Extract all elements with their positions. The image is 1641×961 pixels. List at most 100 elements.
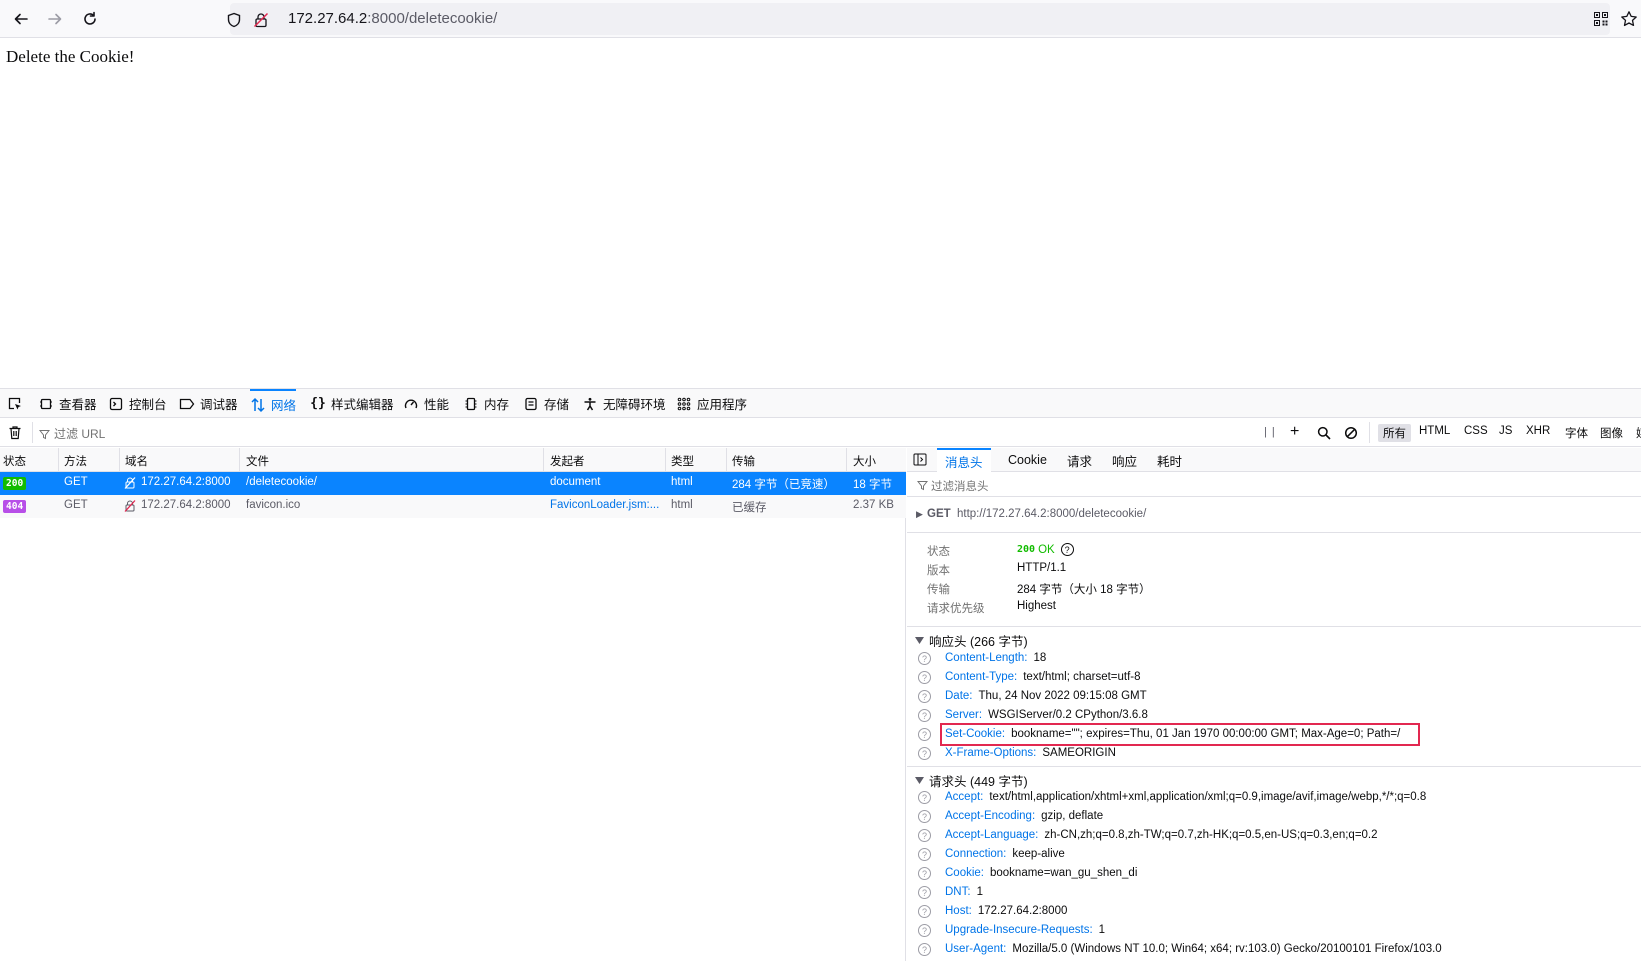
table-row[interactable]: 404 GET 172.27.64.2:8000 favicon.ico Fav… <box>0 495 906 518</box>
filter-images[interactable]: 图像 <box>1595 424 1628 442</box>
filter-js[interactable]: JS <box>1494 424 1517 438</box>
help-icon[interactable]: ? <box>918 848 931 861</box>
help-icon[interactable]: ? <box>918 867 931 880</box>
plus-icon[interactable]: + <box>1290 423 1299 441</box>
help-icon[interactable]: ? <box>918 747 931 760</box>
filter-media[interactable]: 媒 <box>1631 424 1641 442</box>
header-row[interactable]: ? Content-Type: text/html; charset=utf-8 <box>907 669 1641 687</box>
tab-storage[interactable]: 存储 <box>523 389 569 418</box>
tab-performance[interactable]: 性能 <box>403 389 449 418</box>
help-icon[interactable]: ? <box>918 829 931 842</box>
back-button[interactable] <box>8 6 34 32</box>
trash-icon[interactable] <box>8 425 22 445</box>
column-size[interactable]: 大小 <box>853 453 876 469</box>
filter-fonts[interactable]: 字体 <box>1560 424 1593 442</box>
tab-network[interactable]: 网络 <box>250 389 297 418</box>
help-icon[interactable]: ? <box>918 943 931 956</box>
request-headers-title: 请求头 (449 字节) <box>929 775 1028 789</box>
tab-timings[interactable]: 耗时 <box>1149 448 1190 472</box>
header-row[interactable]: ? Date: Thu, 24 Nov 2022 09:15:08 GMT <box>907 688 1641 706</box>
tab-application[interactable]: 应用程序 <box>676 389 747 418</box>
bookmark-star-icon[interactable] <box>1617 7 1641 31</box>
help-icon[interactable]: ? <box>918 810 931 823</box>
request-headers-section[interactable]: 请求头 (449 字节) <box>907 766 1641 789</box>
help-icon[interactable]: ? <box>918 690 931 703</box>
block-icon[interactable] <box>1344 426 1358 445</box>
header-row[interactable]: ? Cookie: bookname=wan_gu_shen_di <box>907 865 1641 883</box>
filter-headers-input[interactable]: 过滤消息头 <box>931 478 989 494</box>
header-row[interactable]: ? DNT: 1 <box>907 884 1641 902</box>
filter-url-input[interactable]: 过滤 URL <box>54 425 105 442</box>
search-icon[interactable] <box>1317 426 1331 445</box>
toggle-sidebar-icon[interactable] <box>913 453 927 471</box>
help-icon[interactable]: ? <box>918 709 931 722</box>
tab-response[interactable]: 响应 <box>1104 448 1145 472</box>
shield-icon[interactable] <box>222 8 246 32</box>
url-text[interactable]: 172.27.64.2:8000/deletecookie/ <box>288 10 497 27</box>
header-row[interactable]: ? Accept-Language: zh-CN,zh;q=0.8,zh-TW;q=… <box>907 827 1641 845</box>
qr-code-icon[interactable] <box>1589 7 1613 31</box>
table-row[interactable]: 200 GET 172.27.64.2:8000 /deletecookie/ … <box>0 472 906 495</box>
filter-html[interactable]: HTML <box>1414 424 1455 438</box>
header-key: Accept-Language: <box>945 829 1039 841</box>
header-row[interactable]: ? Accept-Encoding: gzip, deflate <box>907 808 1641 826</box>
header-row[interactable]: ? Accept: text/html,application/xhtml+xml,… <box>907 789 1641 807</box>
network-toolbar: 过滤 URL | | + 所有 HTML CSS JS XHR 字体 图像 媒 <box>0 419 1641 447</box>
help-icon[interactable]: ? <box>918 728 931 741</box>
header-key: Content-Length: <box>945 652 1028 664</box>
tab-request[interactable]: 请求 <box>1059 448 1100 472</box>
url-host: 172.27.64.2 <box>288 10 368 27</box>
tab-label: 网络 <box>271 399 297 413</box>
header-value: gzip, deflate <box>1041 810 1104 822</box>
header-key: Accept-Encoding: <box>945 810 1036 822</box>
reload-button[interactable] <box>77 6 103 32</box>
column-file[interactable]: 文件 <box>246 453 269 469</box>
forward-button[interactable] <box>42 6 68 32</box>
help-icon[interactable]: ? <box>918 791 931 804</box>
header-row[interactable]: ? Upgrade-Insecure-Requests: 1 <box>907 922 1641 940</box>
url-bar[interactable]: 172.27.64.2:8000/deletecookie/ <box>227 3 1610 35</box>
header-row[interactable]: ? Connection: keep-alive <box>907 846 1641 864</box>
column-status[interactable]: 状态 <box>3 453 26 469</box>
tab-cookies[interactable]: Cookie <box>1000 448 1055 472</box>
help-icon[interactable]: ? <box>918 671 931 684</box>
tab-inspector[interactable]: 查看器 <box>38 389 97 418</box>
tab-style-editor[interactable]: {} 样式编辑器 <box>310 389 393 418</box>
header-row[interactable]: ? Content-Length: 18 <box>907 650 1641 668</box>
filter-xhr[interactable]: XHR <box>1521 424 1555 438</box>
column-domain[interactable]: 域名 <box>125 453 148 469</box>
collapse-triangle-icon[interactable] <box>915 773 924 787</box>
help-icon[interactable]: ? <box>918 905 931 918</box>
header-row[interactable]: ? Host: 172.27.64.2:8000 <box>907 903 1641 921</box>
header-key: Content-Type: <box>945 671 1018 683</box>
header-row-set-cookie[interactable]: ? Set-Cookie: bookname=""; expires=Thu, 01… <box>907 723 1641 746</box>
response-headers-section[interactable]: 响应头 (266 字节) <box>907 626 1641 649</box>
insecure-lock-icon[interactable] <box>249 8 273 32</box>
tab-headers[interactable]: 消息头 <box>937 448 991 472</box>
filter-all[interactable]: 所有 <box>1378 424 1411 442</box>
column-transferred[interactable]: 传输 <box>732 453 755 469</box>
help-icon[interactable]: ? <box>918 924 931 937</box>
cell-initiator[interactable]: FaviconLoader.jsm:... <box>550 499 659 511</box>
tab-memory[interactable]: 内存 <box>463 389 509 418</box>
summary-url[interactable]: http://172.27.64.2:8000/deletecookie/ <box>957 508 1146 520</box>
expand-triangle-icon[interactable]: ▶ <box>916 509 923 520</box>
help-icon[interactable]: ? <box>1060 543 1074 556</box>
request-summary-line[interactable]: ▶ GET http://172.27.64.2:8000/deletecook… <box>907 498 1641 533</box>
filter-css[interactable]: CSS <box>1459 424 1493 438</box>
tab-debugger[interactable]: 调试器 <box>179 389 238 418</box>
element-picker-button[interactable] <box>6 389 22 418</box>
help-icon[interactable]: ? <box>918 886 931 899</box>
cell-transferred: 284 字节（已竞速） <box>732 479 835 491</box>
help-icon[interactable]: ? <box>918 652 931 665</box>
tab-accessibility[interactable]: 无障碍环境 <box>582 389 666 418</box>
header-row[interactable]: ? X-Frame-Options: SAMEORIGIN <box>907 745 1641 763</box>
collapse-triangle-icon[interactable] <box>915 633 924 647</box>
tab-console[interactable]: 控制台 <box>108 389 167 418</box>
column-method[interactable]: 方法 <box>64 453 87 469</box>
pause-icon[interactable]: | | <box>1264 426 1276 438</box>
header-row[interactable]: ? User-Agent: Mozilla/5.0 (Windows NT 10.0… <box>907 941 1641 959</box>
column-initiator[interactable]: 发起者 <box>550 453 585 469</box>
column-type[interactable]: 类型 <box>671 453 694 469</box>
header-value: bookname=wan_gu_shen_di <box>990 867 1138 879</box>
